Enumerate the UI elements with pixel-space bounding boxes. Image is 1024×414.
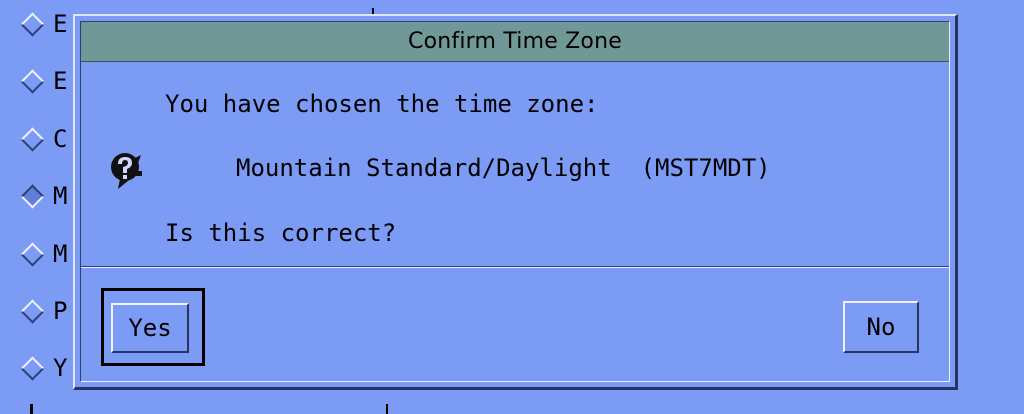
screen: E E C M M P Y Confirm Time Zone You have… <box>0 0 1024 414</box>
dialog-separator <box>81 266 949 268</box>
region-option-label: P <box>53 297 68 325</box>
radio-diamond-icon[interactable] <box>20 68 45 94</box>
region-option[interactable]: P <box>18 291 67 331</box>
no-button[interactable]: No <box>843 301 919 353</box>
radio-diamond-icon[interactable] <box>20 298 45 324</box>
region-option[interactable]: Y <box>18 348 67 388</box>
region-option[interactable]: C <box>18 119 67 159</box>
selected-timezone-text: Mountain Standard/Daylight (MST7MDT) <box>236 154 771 182</box>
background-tick-mark <box>30 404 33 414</box>
region-option-label: E <box>53 10 68 38</box>
chosen-timezone-message: You have chosen the time zone: <box>165 90 599 118</box>
dialog-title: Confirm Time Zone <box>408 29 622 54</box>
radio-diamond-icon[interactable] <box>20 241 45 267</box>
default-button-frame: Yes <box>101 288 205 366</box>
radio-diamond-icon[interactable] <box>20 355 45 381</box>
region-option-label: E <box>53 67 68 95</box>
region-option[interactable]: E <box>18 4 67 44</box>
region-option-label: Y <box>53 354 68 382</box>
region-option[interactable]: E <box>18 61 67 101</box>
dialog-frame: Confirm Time Zone You have chosen the ti… <box>80 21 950 382</box>
dialog-titlebar[interactable]: Confirm Time Zone <box>81 22 949 62</box>
region-option-label: M <box>53 182 68 210</box>
radio-diamond-selected-icon[interactable] <box>20 183 45 209</box>
confirmation-question: Is this correct? <box>165 219 397 247</box>
radio-diamond-icon[interactable] <box>20 126 45 152</box>
confirm-time-zone-dialog: Confirm Time Zone You have chosen the ti… <box>73 14 958 390</box>
yes-button[interactable]: Yes <box>111 303 189 353</box>
region-option-label: C <box>53 125 68 153</box>
region-option-label: M <box>53 240 68 268</box>
background-tick-mark <box>386 404 388 414</box>
radio-diamond-icon[interactable] <box>20 11 45 37</box>
region-option-selected[interactable]: M <box>18 176 67 216</box>
question-icon <box>111 153 142 189</box>
region-option[interactable]: M <box>18 234 67 274</box>
